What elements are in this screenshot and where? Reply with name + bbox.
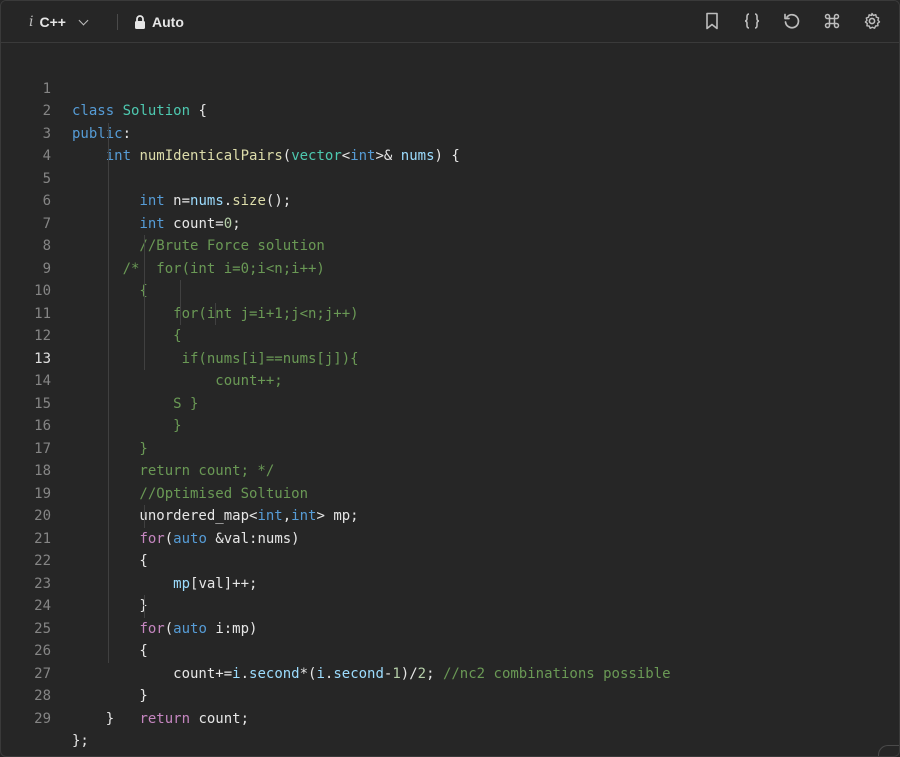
code-line[interactable]: 15 } [1,370,899,457]
code-line[interactable]: 24 { [1,572,899,659]
code-line[interactable]: 1 class Solution { [1,55,899,120]
lock-icon [135,15,145,29]
reset-icon[interactable] [783,11,801,31]
code-line[interactable]: 3 int numIdenticalPairs(vector<int>& num… [1,100,899,165]
code-line[interactable]: 20 { [1,482,899,569]
braces-icon[interactable] [743,11,761,31]
language-selector[interactable]: i C++ [29,13,89,31]
editor-toolbar: i C++ Auto [1,1,899,43]
code-line[interactable]: 11 if(nums[i]==nums[j]){ [1,280,899,367]
code-line[interactable]: 25 count+=i.second*(i.second-1)/2; //nc2… [1,595,899,682]
code-line[interactable]: 28 } [1,663,899,727]
code-line[interactable]: 7 /* for(int i=0;i<n;i++) [1,190,899,277]
code-line[interactable]: 27 return count; [1,640,899,727]
bookmark-icon[interactable] [703,11,721,31]
code-line-active[interactable]: 13 S } [1,325,899,412]
resize-handle[interactable] [878,745,899,756]
code-editor[interactable]: i C++ Auto 1 class Solution {2 public: … [0,0,900,757]
language-label: C++ [39,14,66,30]
mode-selector[interactable]: Auto [134,13,184,31]
code-line[interactable]: 12 count++; [1,302,899,389]
info-icon: i [29,14,34,30]
code-line[interactable]: 14 } [1,347,899,434]
code-line[interactable]: 29 }; [1,685,899,750]
code-line[interactable]: 5 int count=0; [1,145,899,232]
mode-label: Auto [152,14,184,30]
code-line[interactable]: 6 //Brute Force solution [1,167,899,254]
code-line[interactable]: 17 //Optimised Soltuion [1,415,899,502]
code-line[interactable]: 16 return count; */ [1,392,899,479]
code-area[interactable]: 1 class Solution { 2 public: 3 int numId… [1,55,899,750]
code-line[interactable]: 2 public: [1,78,899,142]
gear-icon[interactable] [863,11,881,31]
toolbar-divider [117,14,118,30]
chevron-down-icon [78,15,89,25]
code-line[interactable]: 4 int n=nums.size(); [1,122,899,209]
code-line[interactable]: 8 { [1,212,899,299]
line-number: 29 [34,710,51,727]
code-line[interactable]: 21 mp[val]++; [1,505,899,592]
command-icon[interactable] [823,11,841,31]
code-line[interactable]: 19 for(auto &val:nums) [1,460,899,547]
code-line[interactable]: 18 unordered_map<int,int> mp; [1,437,899,524]
code-line[interactable]: 10 { [1,257,899,344]
code-line[interactable]: 26 } [1,617,899,704]
code-line[interactable]: 23 for(auto i:mp) [1,550,899,637]
code-line[interactable]: 9 for(int j=i+1;j<n;j++) [1,235,899,322]
code-line[interactable]: 22 } [1,527,899,614]
